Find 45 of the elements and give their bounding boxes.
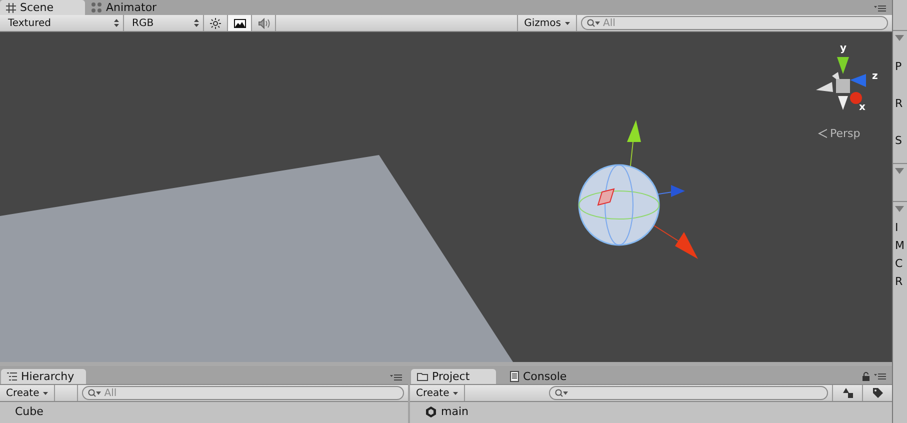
property-label: M (895, 238, 906, 254)
chevron-icon (818, 129, 827, 138)
folder-icon (417, 372, 428, 381)
menu-icon[interactable] (874, 373, 886, 380)
grid-icon (6, 2, 16, 12)
property-label: S (895, 133, 903, 149)
menu-icon[interactable] (874, 5, 886, 12)
menu-icon[interactable] (390, 374, 402, 381)
property-label: P (895, 59, 903, 75)
create-dropdown[interactable]: Create (410, 385, 466, 401)
caret-icon (565, 22, 570, 24)
search-field[interactable]: All (82, 386, 404, 400)
nodes-icon (91, 2, 102, 13)
lock-icon[interactable] (862, 372, 870, 381)
panel-tab[interactable]: Console (504, 369, 589, 384)
unity-logo-icon (425, 406, 437, 418)
panel-tab[interactable]: Hierarchy (1, 369, 86, 384)
panel-tab[interactable]: Animator (85, 0, 170, 15)
create-dropdown[interactable]: Create (0, 385, 56, 401)
axis-gizmo-drawing: y z x (816, 43, 878, 113)
search-field[interactable] (549, 386, 828, 400)
property-label: C (895, 256, 904, 272)
panel-tab[interactable]: Project (411, 369, 496, 384)
scene-viewport[interactable]: y z x Persp (0, 32, 892, 366)
image-icon (234, 18, 246, 28)
speaker-icon (258, 18, 270, 28)
projection-label[interactable]: Persp (818, 127, 860, 140)
property-label: I (895, 220, 900, 236)
caret-icon (453, 392, 458, 394)
property-label: R (895, 96, 904, 112)
property-label: R (895, 274, 904, 290)
caret-icon (43, 392, 48, 394)
draw-mode-dropdown[interactable]: Textured (0, 15, 124, 31)
updown-icon (114, 19, 119, 27)
panel-tab[interactable]: Scene (0, 0, 85, 15)
updown-icon (194, 19, 199, 27)
sun-icon (210, 18, 221, 28)
document-icon (510, 371, 519, 382)
toggle-button[interactable] (228, 15, 252, 31)
search-field[interactable]: All (581, 16, 888, 30)
tag-icon (872, 388, 882, 398)
render-mode-dropdown[interactable]: RGB (124, 15, 204, 31)
list-icon (7, 372, 17, 381)
gizmos-dropdown[interactable]: Gizmos (518, 15, 577, 31)
shapes-icon (842, 388, 852, 398)
